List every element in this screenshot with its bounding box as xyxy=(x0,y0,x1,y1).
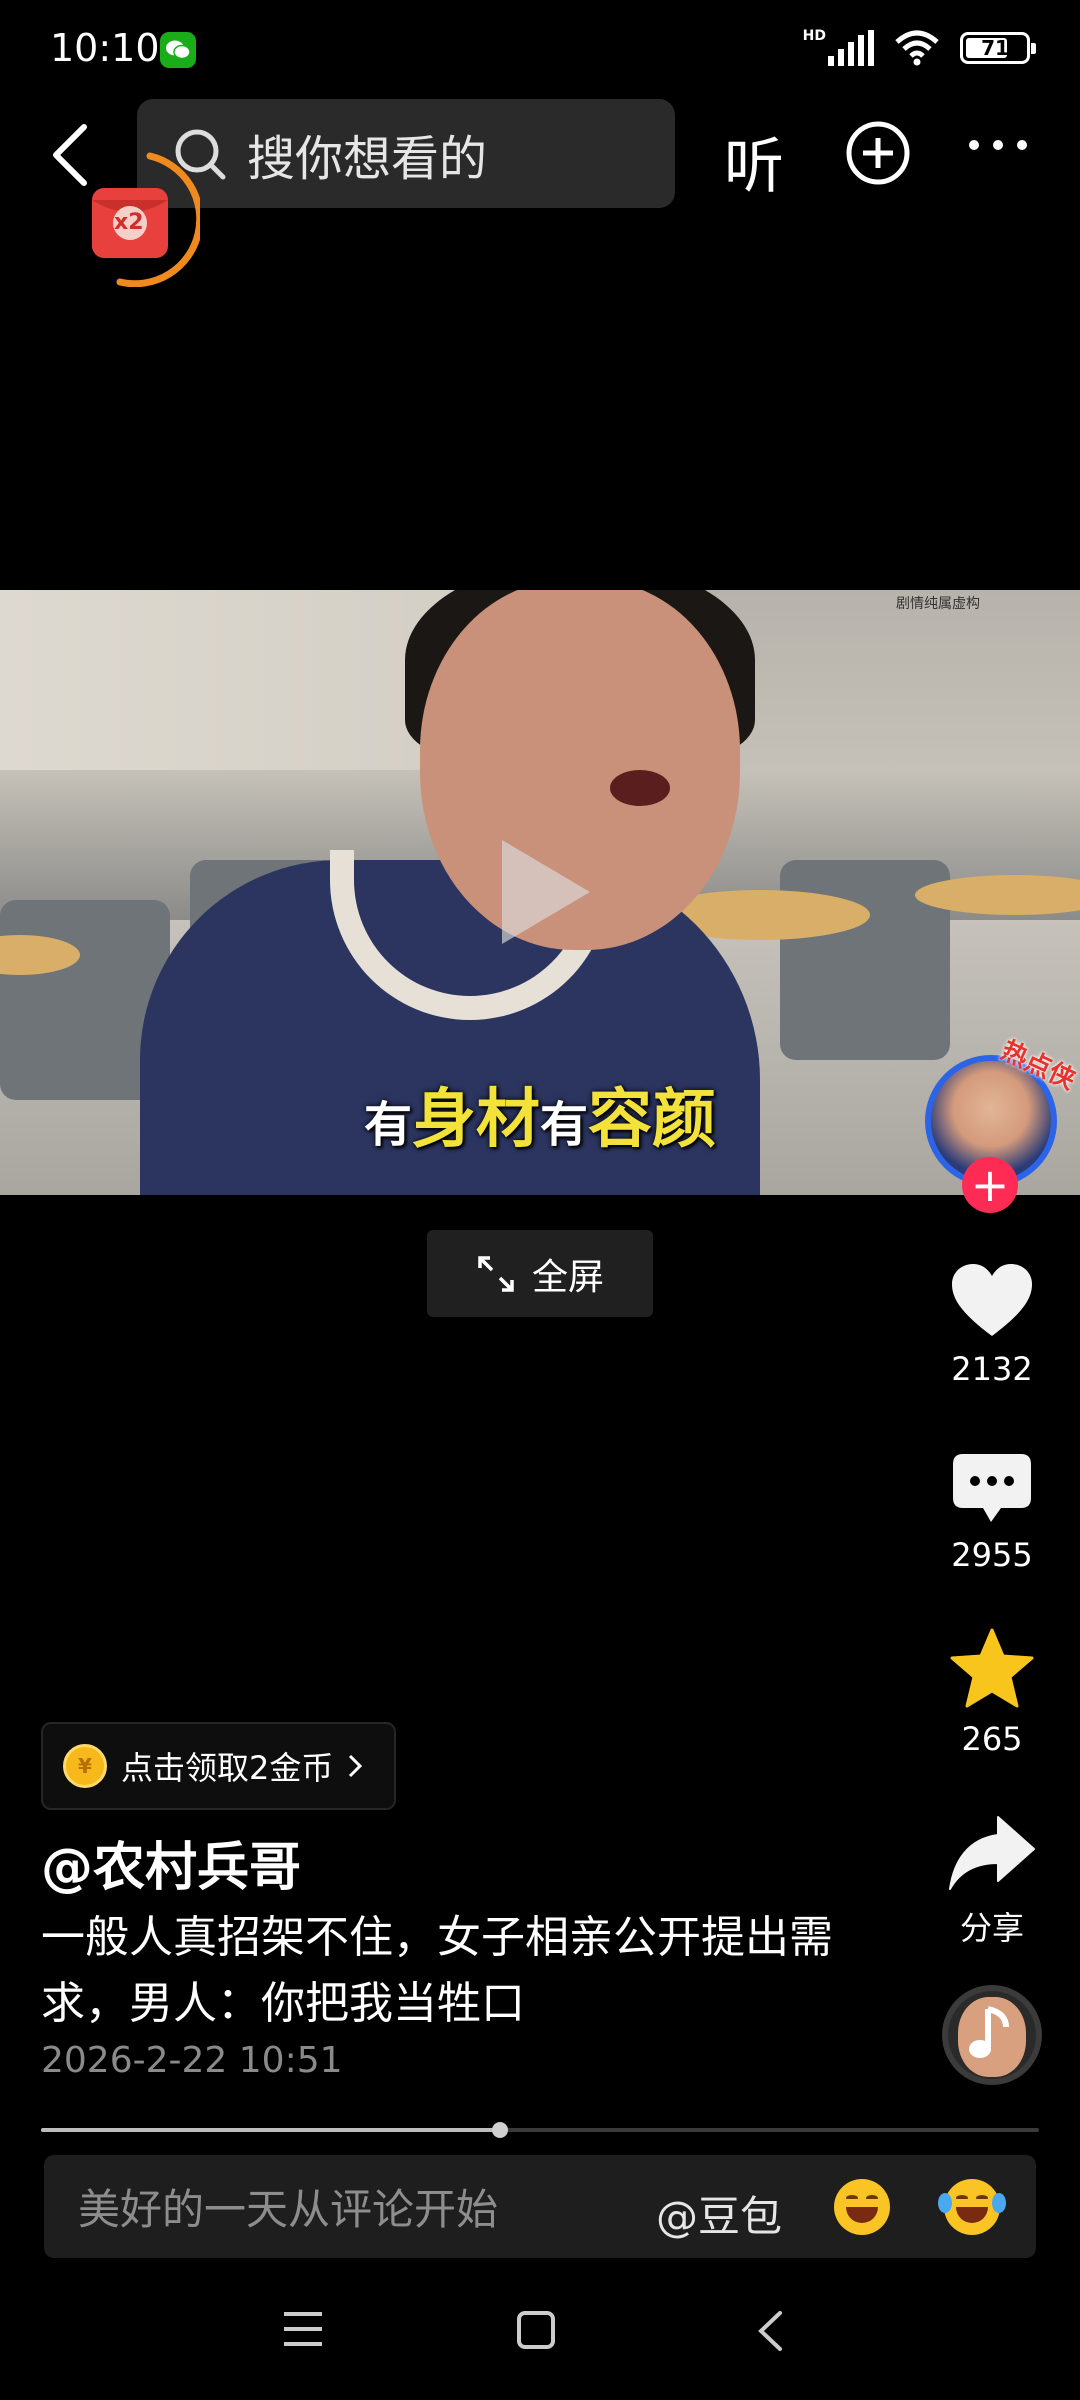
video-player[interactable]: 剧情纯属虚构 有身材有容颜 xyxy=(0,590,1080,1195)
subtitle-word: 有 xyxy=(540,1097,589,1153)
battery-icon: 71 xyxy=(960,32,1036,64)
search-bar[interactable]: 搜你想看的 xyxy=(137,99,675,208)
music-disc[interactable] xyxy=(942,1985,1042,2085)
subtitle-highlight: 容颜 xyxy=(588,1083,717,1157)
play-icon[interactable] xyxy=(502,840,590,944)
wechat-notification-icon xyxy=(160,32,196,68)
fullscreen-button[interactable]: 全屏 xyxy=(427,1230,653,1317)
status-icons: HD 71 xyxy=(802,28,1036,66)
share-button[interactable]: 分享 xyxy=(940,1815,1044,1949)
signal-icon xyxy=(828,30,874,66)
star-icon xyxy=(950,1628,1034,1708)
claim-coins-button[interactable]: ¥ 点击领取2金币 xyxy=(41,1722,396,1810)
crying-laughing-emoji-icon[interactable] xyxy=(938,2179,1006,2235)
coin-badge-multiplier: x2 xyxy=(114,210,144,235)
video-caption[interactable]: 一般人真招架不住，女子相亲公开提出需求，男人：你把我当牲口 xyxy=(41,1905,881,2037)
chevron-right-icon xyxy=(349,1754,363,1778)
share-arrow-icon xyxy=(949,1816,1035,1890)
favorite-button[interactable]: 265 xyxy=(940,1628,1044,1758)
video-progress-handle[interactable] xyxy=(492,2122,509,2138)
coin-icon: ¥ xyxy=(63,1744,107,1788)
subtitle-highlight: 身材 xyxy=(412,1083,540,1157)
video-subtitle: 有身材有容颜 xyxy=(0,1068,1080,1160)
nav-menu-button[interactable] xyxy=(282,2310,324,2352)
share-label: 分享 xyxy=(959,1909,1024,1947)
more-dots-icon xyxy=(969,140,1027,150)
favorite-count: 265 xyxy=(961,1720,1023,1758)
nav-back-icon xyxy=(758,2311,782,2351)
claim-coins-label: 点击领取2金币 xyxy=(121,1749,334,1787)
author-username[interactable]: @农村兵哥 xyxy=(41,1825,301,1900)
comment-count: 2955 xyxy=(951,1536,1033,1574)
menu-icon xyxy=(284,2312,322,2346)
heart-icon xyxy=(952,1264,1032,1336)
comment-placeholder: 美好的一天从评论开始 xyxy=(78,2185,499,2234)
video-watermark: 剧情纯属虚构 xyxy=(896,596,980,612)
search-placeholder: 搜你想看的 xyxy=(247,130,488,187)
comment-bubble-icon xyxy=(953,1454,1031,1522)
network-type-label: HD xyxy=(802,28,826,44)
coin-reward-badge[interactable]: x2 xyxy=(80,152,204,288)
add-button[interactable] xyxy=(845,120,911,190)
nav-back-button[interactable] xyxy=(756,2310,784,2356)
laughing-emoji-icon[interactable] xyxy=(834,2179,890,2235)
like-count: 2132 xyxy=(951,1350,1033,1388)
video-person-mouth xyxy=(610,770,670,806)
fullscreen-label: 全屏 xyxy=(531,1256,604,1298)
comment-input[interactable]: 美好的一天从评论开始 @豆包 xyxy=(44,2155,1036,2258)
video-progress-fill xyxy=(41,2128,501,2132)
listen-button[interactable]: 听 xyxy=(724,118,784,205)
mention-doubao-button[interactable]: @豆包 xyxy=(656,2183,782,2244)
plus-circle-icon xyxy=(846,121,910,185)
like-button[interactable]: 2132 xyxy=(940,1262,1044,1388)
comment-button[interactable]: 2955 xyxy=(940,1452,1044,1574)
post-date: 2026-2-22 10:51 xyxy=(41,2040,343,2081)
nav-home-button[interactable] xyxy=(516,2310,556,2354)
video-progress-bar[interactable] xyxy=(41,2122,1039,2138)
expand-icon xyxy=(478,1255,514,1292)
battery-level: 71 xyxy=(981,36,1009,60)
wifi-icon xyxy=(895,30,939,66)
follow-button[interactable]: + xyxy=(962,1157,1018,1213)
more-options-button[interactable] xyxy=(968,137,1028,157)
music-note-icon xyxy=(969,2006,1009,2058)
subtitle-word: 有 xyxy=(363,1097,412,1153)
status-time: 10:10 xyxy=(50,26,160,70)
home-square-icon xyxy=(517,2311,555,2349)
